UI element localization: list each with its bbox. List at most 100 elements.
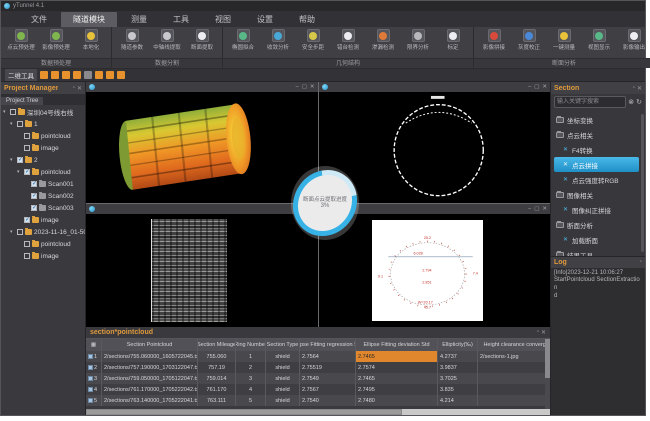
- col-section-pointcloud[interactable]: Section Pointcloud: [102, 339, 198, 351]
- ribbon-button[interactable]: 隧道参数: [116, 29, 148, 51]
- log-pin-icon[interactable]: ▫: [640, 259, 642, 265]
- menu-tab[interactable]: 测量: [119, 12, 159, 27]
- table-horizontal-scrollbar[interactable]: [86, 409, 550, 415]
- ribbon-button[interactable]: 安全步距: [297, 29, 329, 51]
- tree-checkbox[interactable]: [24, 217, 30, 223]
- viewport-min-icon[interactable]: ‒: [528, 84, 531, 90]
- col-select[interactable]: ▦: [86, 339, 102, 351]
- ribbon-button[interactable]: 本地化: [75, 29, 107, 51]
- ribbon-button[interactable]: 影像输出: [618, 29, 650, 51]
- function-list-item[interactable]: ✕ 坐标变换: [554, 112, 639, 127]
- function-list-item[interactable]: ✕ 图像纠正拼接: [554, 202, 639, 217]
- panel-pin-icon[interactable]: ▫: [73, 85, 75, 92]
- viewport-min-icon[interactable]: ‒: [528, 206, 531, 212]
- refresh-icon[interactable]: ↻: [636, 98, 642, 106]
- menu-tab[interactable]: 设置: [245, 12, 285, 27]
- menu-tab[interactable]: 文件: [19, 12, 59, 27]
- tree-checkbox[interactable]: [24, 145, 30, 151]
- quickbar-tool-icon[interactable]: [40, 71, 48, 79]
- ribbon-button[interactable]: 视图显示: [583, 29, 615, 51]
- col-fitting-regression[interactable]: Ellipse Fitting regression Std: [300, 339, 356, 351]
- ribbon-button[interactable]: 断面提取: [186, 29, 218, 51]
- tree-node[interactable]: ▾ image: [1, 214, 85, 226]
- tree-checkbox[interactable]: [31, 205, 37, 211]
- tree-checkbox[interactable]: [24, 169, 30, 175]
- ribbon-button[interactable]: 渗漏检测: [367, 29, 399, 51]
- function-list-item[interactable]: ✕ 图像相关: [554, 187, 639, 202]
- quickbar-tool-icon[interactable]: [95, 71, 103, 79]
- col-fitting-deviation[interactable]: Ellipse Fitting deviation Std: [356, 339, 438, 351]
- quickbar-tool-icon[interactable]: [117, 71, 125, 79]
- function-list-item[interactable]: ✕ 结果工具: [554, 247, 639, 256]
- clear-search-icon[interactable]: ⊗: [628, 98, 634, 106]
- tree-checkbox[interactable]: [10, 109, 16, 115]
- tree-expander-icon[interactable]: ▾: [3, 109, 8, 115]
- table-close-icon[interactable]: ✕: [541, 329, 546, 336]
- function-list-item[interactable]: ✕ 点云相关: [554, 127, 639, 142]
- viewport-close-icon[interactable]: ✕: [310, 84, 315, 90]
- viewport-gray-image[interactable]: ‒ ▢ ✕: [86, 204, 318, 327]
- viewport-pointcloud-3d[interactable]: ‒ ▢ ✕: [86, 82, 318, 203]
- tree-checkbox[interactable]: [24, 253, 30, 259]
- search-input[interactable]: [554, 96, 626, 108]
- viewport-max-icon[interactable]: ▢: [534, 84, 539, 90]
- row-checkbox[interactable]: [88, 387, 93, 392]
- function-list-item[interactable]: ✕ 点云拼接: [554, 157, 639, 172]
- col-section-type[interactable]: Section Type: [266, 339, 300, 351]
- tree-expander-icon[interactable]: ▾: [10, 157, 15, 163]
- section-pin-icon[interactable]: ▫: [633, 85, 635, 92]
- row-checkbox[interactable]: [88, 398, 93, 403]
- table-row[interactable]: 4 2/sections/761.170000_1705222042.txt 7…: [86, 384, 550, 395]
- function-list-scrollbar[interactable]: [641, 114, 644, 252]
- panel-close-icon[interactable]: ✕: [77, 85, 82, 92]
- ribbon-button[interactable]: 灰度校正: [513, 29, 545, 51]
- ribbon-button[interactable]: 中轴线提取: [151, 29, 183, 51]
- tree-checkbox[interactable]: [31, 181, 37, 187]
- tree-node[interactable]: ▾ pointcloud: [1, 166, 85, 178]
- tree-node[interactable]: ▾ image: [1, 250, 85, 262]
- ribbon-button[interactable]: 限界分析: [402, 29, 434, 51]
- table-row[interactable]: 2 2/sections/757.190000_1703122047.txt 7…: [86, 362, 550, 373]
- viewport-max-icon[interactable]: ▢: [302, 84, 307, 90]
- menu-tab[interactable]: 视图: [203, 12, 243, 27]
- menu-tab[interactable]: 帮助: [287, 12, 327, 27]
- tree-checkbox[interactable]: [31, 193, 37, 199]
- quickbar-tool-icon[interactable]: [62, 71, 70, 79]
- ribbon-button[interactable]: 一键测量: [548, 29, 580, 51]
- tree-node[interactable]: ▾ 1: [1, 118, 85, 130]
- tree-expander-icon[interactable]: ▾: [10, 121, 15, 127]
- ribbon-button[interactable]: 标定: [437, 29, 469, 51]
- tree-node[interactable]: ▾ Scan002: [1, 190, 85, 202]
- table-row[interactable]: 3 2/sections/759.050000_1705122047.txt 7…: [86, 373, 550, 384]
- tree-node[interactable]: ▾ 2: [1, 154, 85, 166]
- tree-node[interactable]: ▾ 2023-11-16_01-50: [1, 226, 85, 238]
- ribbon-button[interactable]: 影像预处理: [40, 29, 72, 51]
- tree-node[interactable]: ▾ pointcloud: [1, 238, 85, 250]
- quickbar-tool-icon[interactable]: [84, 71, 92, 79]
- tree-checkbox[interactable]: [24, 241, 30, 247]
- function-list-item[interactable]: ✕ 点云强度转RGB: [554, 172, 639, 187]
- tree-node[interactable]: ▾ image: [1, 142, 85, 154]
- section-close-icon[interactable]: ✕: [637, 85, 642, 92]
- row-checkbox[interactable]: [88, 365, 93, 370]
- viewport-close-icon[interactable]: ✕: [542, 206, 547, 212]
- function-list-item[interactable]: ✕ 加载断面: [554, 232, 639, 247]
- ribbon-button[interactable]: 错台检测: [332, 29, 364, 51]
- viewport-close-icon[interactable]: ✕: [542, 84, 547, 90]
- row-checkbox[interactable]: [88, 354, 93, 359]
- quickbar-tool-icon[interactable]: [106, 71, 114, 79]
- table-row[interactable]: 1 2/sections/755.060000_1605722045.txt 7…: [86, 351, 550, 362]
- quickbar-tool-icon[interactable]: [51, 71, 59, 79]
- tree-checkbox[interactable]: [17, 157, 23, 163]
- viewport-min-icon[interactable]: ‒: [296, 84, 299, 90]
- col-ellipticity[interactable]: Ellipticity(‰): [438, 339, 478, 351]
- col-height-clearance[interactable]: Height clearance convergence fit: [478, 339, 550, 351]
- ribbon-button[interactable]: 点云预处理: [5, 29, 37, 51]
- tree-expander-icon[interactable]: ▾: [10, 229, 15, 235]
- col-ring-number[interactable]: Ring Number: [236, 339, 266, 351]
- col-section-mileage[interactable]: Section Mileage: [198, 339, 236, 351]
- gray-image-canvas[interactable]: [86, 214, 318, 327]
- tree-checkbox[interactable]: [17, 121, 23, 127]
- function-list-item[interactable]: ✕ F4转换: [554, 142, 639, 157]
- ribbon-button[interactable]: 影像拼接: [478, 29, 510, 51]
